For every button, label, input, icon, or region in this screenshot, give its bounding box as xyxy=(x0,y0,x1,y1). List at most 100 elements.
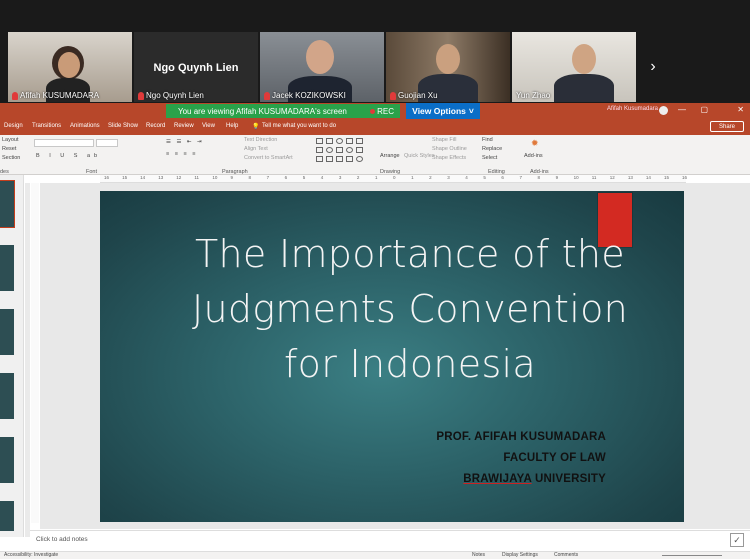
ruler-tick: 7 xyxy=(266,175,270,180)
ruler-tick: 10 xyxy=(573,175,579,180)
tab-record[interactable]: Record xyxy=(146,123,165,129)
user-avatar[interactable] xyxy=(659,106,668,115)
tab-view[interactable]: View xyxy=(202,123,215,129)
ruler-tick: 13 xyxy=(627,175,633,180)
tab-transitions[interactable]: Transitions xyxy=(32,123,61,129)
group-label: Font xyxy=(86,169,98,175)
shape-rect-icon[interactable] xyxy=(336,147,343,153)
recording-indicator: REC xyxy=(370,107,394,116)
slide[interactable]: The Importance of the Judgments Conventi… xyxy=(100,191,684,522)
display-settings-button[interactable]: Display Settings xyxy=(502,552,538,558)
tab-slide-show[interactable]: Slide Show xyxy=(108,123,138,129)
shape-rect-icon[interactable] xyxy=(346,138,353,144)
viewing-text: You are viewing Afifah KUSUMADARA's scre… xyxy=(178,106,347,116)
horizontal-ruler: 16 15 14 13 12 11 10 9 8 7 6 5 4 3 2 1 0 1 2 3 4 5 6 7 8 9 10 11 12 1… xyxy=(100,175,687,183)
slide-faculty: FACULTY OF LAW xyxy=(503,452,606,464)
ruler-tick: 4 xyxy=(465,175,468,180)
maximize-button[interactable]: ▢ xyxy=(700,105,708,114)
shape-rect-icon[interactable] xyxy=(346,156,353,162)
shape-effects-button[interactable]: Shape Effects xyxy=(432,155,466,161)
shape-rect-icon[interactable] xyxy=(316,147,323,153)
ruler-tick: 8 xyxy=(248,175,252,180)
notes-placeholder: Click to add notes xyxy=(36,536,88,543)
ruler-tick: 1 xyxy=(411,175,414,180)
slide-thumbnail[interactable] xyxy=(0,245,14,291)
participant-name: Afifah KUSUMADARA xyxy=(12,91,99,100)
slide-thumbnail[interactable] xyxy=(0,309,14,355)
university-name: BRAWIJAYA xyxy=(463,473,532,485)
ruler-tick: 6 xyxy=(501,175,504,180)
shape-rect-icon[interactable] xyxy=(356,147,363,153)
list-icons[interactable]: ☰ ☰ ⇤ ⇥ xyxy=(166,139,204,145)
shape-fill-button[interactable]: Shape Fill xyxy=(432,137,456,143)
find-button[interactable]: Find xyxy=(482,137,493,143)
shape-rect-icon[interactable] xyxy=(336,156,343,162)
shape-outline-button[interactable]: Shape Outline xyxy=(432,146,467,152)
align-text-button[interactable]: Align Text xyxy=(244,146,268,152)
checkbox-icon[interactable]: ✓ xyxy=(730,533,744,547)
close-button[interactable]: ✕ xyxy=(737,105,744,114)
arrange-button[interactable]: Arrange xyxy=(380,153,400,159)
convert-smartart-button[interactable]: Convert to SmartArt xyxy=(244,155,293,161)
font-name-dropdown[interactable] xyxy=(34,139,94,147)
font-size-dropdown[interactable] xyxy=(96,139,118,147)
record-icon xyxy=(370,108,376,114)
title-line: Judgments Convention xyxy=(191,287,629,331)
shape-oval-icon[interactable] xyxy=(336,138,343,144)
notes-pane[interactable]: Click to add notes ✓ xyxy=(30,530,750,550)
mic-muted-icon xyxy=(264,91,270,100)
participant-tile-guojian[interactable]: Guojian Xu xyxy=(386,32,510,102)
shape-rect-icon[interactable] xyxy=(356,138,363,144)
ruler-tick: 14 xyxy=(140,175,146,180)
quick-styles-button[interactable]: Quick Styles xyxy=(404,153,435,159)
shape-rect-icon[interactable] xyxy=(316,156,323,162)
font-format-icons[interactable]: B I U S ab xyxy=(36,153,101,159)
shape-rect-icon[interactable] xyxy=(316,138,323,144)
ruler-tick: 15 xyxy=(122,175,128,180)
section-button[interactable]: Section xyxy=(2,155,20,161)
tab-help[interactable]: Help xyxy=(226,123,238,129)
comments-button[interactable]: Comments xyxy=(554,552,578,558)
layout-button[interactable]: Layout xyxy=(2,137,19,143)
chevron-right-icon[interactable]: › xyxy=(642,32,664,102)
addins-button[interactable]: Add-ins xyxy=(524,153,543,159)
tell-me-search[interactable]: Tell me what you want to do xyxy=(262,123,336,129)
thumbnail-scrollbar[interactable] xyxy=(25,183,30,537)
slide-thumbnail[interactable] xyxy=(0,373,14,419)
reset-button[interactable]: Reset xyxy=(2,146,16,152)
slide-title: The Importance of the Judgments Conventi… xyxy=(160,227,660,392)
share-button[interactable]: Share xyxy=(710,121,744,132)
minimize-button[interactable]: — xyxy=(678,105,686,114)
video-off-name: Ngo Quynh Lien xyxy=(153,62,239,74)
align-icons[interactable]: ≡ ≡ ≡ ≡ xyxy=(166,151,197,157)
text-direction-button[interactable]: Text Direction xyxy=(244,137,277,143)
shape-oval-icon[interactable] xyxy=(326,147,333,153)
shape-rect-icon[interactable] xyxy=(326,138,333,144)
accessibility-status[interactable]: Accessibility: Investigate xyxy=(4,552,58,558)
select-button[interactable]: Select xyxy=(482,155,497,161)
notes-button[interactable]: Notes xyxy=(472,552,485,558)
tab-review[interactable]: Review xyxy=(174,123,194,129)
shape-oval-icon[interactable] xyxy=(346,147,353,153)
slide-thumbnail[interactable] xyxy=(0,437,14,483)
participant-tile-ngo[interactable]: Ngo Quynh Lien Ngo Quynh Lien xyxy=(134,32,258,102)
zoom-slider[interactable] xyxy=(662,555,722,556)
ruler-tick: 4 xyxy=(320,175,324,180)
participant-tile-jacek[interactable]: Jacek KOZIKOWSKI xyxy=(260,32,384,102)
replace-button[interactable]: Replace xyxy=(482,146,502,152)
tab-design[interactable]: Design xyxy=(4,123,23,129)
rec-label: REC xyxy=(377,106,394,116)
ruler-tick: 10 xyxy=(212,175,218,180)
tab-animations[interactable]: Animations xyxy=(70,123,100,129)
participant-tile-afifah[interactable]: Afifah KUSUMADARA xyxy=(8,32,132,102)
person-face xyxy=(58,52,80,78)
participant-name: Yun Zhao xyxy=(516,91,551,100)
shape-rect-icon[interactable] xyxy=(326,156,333,162)
ruler-tick: 15 xyxy=(663,175,669,180)
ruler-tick: 12 xyxy=(176,175,182,180)
shape-oval-icon[interactable] xyxy=(356,156,363,162)
participant-tile-yun[interactable]: Yun Zhao xyxy=(512,32,636,102)
slide-thumbnail[interactable] xyxy=(0,180,15,228)
slide-thumbnail[interactable] xyxy=(0,501,14,531)
view-options-button[interactable]: View Options ˅ xyxy=(406,103,480,119)
